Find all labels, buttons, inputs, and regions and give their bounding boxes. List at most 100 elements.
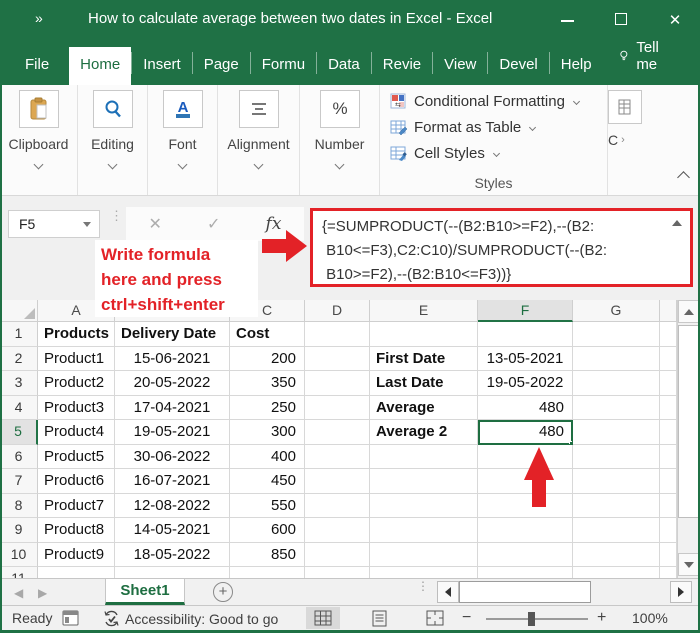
vertical-scrollbar-thumb[interactable]	[678, 325, 700, 518]
row-header-9[interactable]: 9	[0, 518, 38, 543]
cell-E2[interactable]: First Date	[370, 347, 478, 372]
cell-partial-10[interactable]	[660, 543, 677, 568]
cell-B6[interactable]: 30-06-2022	[115, 445, 230, 470]
cell-C3[interactable]: 350	[230, 371, 305, 396]
sheet-tab-sheet1[interactable]: Sheet1	[105, 579, 185, 605]
tab-revie[interactable]: Revie	[372, 46, 432, 85]
cell-C1[interactable]: Cost	[230, 322, 305, 347]
font-group-button[interactable]: A Font	[148, 85, 218, 195]
cell-B5[interactable]: 19-05-2021	[115, 420, 230, 445]
clipboard-group-button[interactable]: Clipboard	[0, 85, 78, 195]
cell-A10[interactable]: Product9	[38, 543, 115, 568]
zoom-slider-thumb[interactable]	[528, 612, 535, 626]
cell-E5[interactable]: Average 2	[370, 420, 478, 445]
cell-E6[interactable]	[370, 445, 478, 470]
name-box[interactable]: F5	[8, 210, 100, 238]
page-break-view-button[interactable]	[418, 607, 452, 629]
col-header-D[interactable]: D	[305, 300, 370, 322]
cancel-icon[interactable]: ✕	[149, 214, 162, 234]
row-header-8[interactable]: 8	[0, 494, 38, 519]
tab-devel[interactable]: Devel	[488, 46, 548, 85]
scroll-up-button[interactable]	[678, 300, 700, 323]
scroll-right-button[interactable]	[670, 581, 692, 603]
cell-E9[interactable]	[370, 518, 478, 543]
collapse-formula-bar-icon[interactable]	[672, 220, 682, 226]
cell-C6[interactable]: 400	[230, 445, 305, 470]
col-header-E[interactable]: E	[370, 300, 478, 322]
cell-D4[interactable]	[305, 396, 370, 421]
conditional-formatting-button[interactable]: ⇆ Conditional Formatting	[390, 93, 607, 110]
tab-page[interactable]: Page	[193, 46, 250, 85]
share-button[interactable]: Share	[679, 55, 700, 85]
editing-group-button[interactable]: Editing	[78, 85, 148, 195]
scrollbar-resize-handle[interactable]: ⋮	[417, 583, 429, 589]
cell-E7[interactable]	[370, 469, 478, 494]
row-header-10[interactable]: 10	[0, 543, 38, 568]
name-box-dropdown-icon[interactable]	[83, 222, 91, 227]
cell-G2[interactable]	[573, 347, 660, 372]
cell-A9[interactable]: Product8	[38, 518, 115, 543]
cell-A2[interactable]: Product1	[38, 347, 115, 372]
zoom-slider-track[interactable]	[486, 618, 588, 620]
cell-E3[interactable]: Last Date	[370, 371, 478, 396]
cell-partial-7[interactable]	[660, 469, 677, 494]
cell-F4[interactable]: 480	[478, 396, 573, 421]
quick-access-toolbar-icon[interactable]: »	[35, 10, 41, 26]
cell-B10[interactable]: 18-05-2022	[115, 543, 230, 568]
cell-A7[interactable]: Product6	[38, 469, 115, 494]
page-layout-view-button[interactable]	[362, 607, 396, 629]
enter-icon[interactable]: ✓	[207, 214, 220, 234]
cell-C4[interactable]: 250	[230, 396, 305, 421]
cell-E1[interactable]	[370, 322, 478, 347]
row-header-2[interactable]: 2	[0, 347, 38, 372]
tab-insert[interactable]: Insert	[132, 46, 192, 85]
alignment-group-button[interactable]: Alignment	[218, 85, 300, 195]
zoom-out-button[interactable]: −	[462, 609, 471, 627]
sheet-nav-left-icon[interactable]: ◀	[14, 586, 23, 600]
zoom-in-button[interactable]: +	[597, 609, 606, 627]
cell-A8[interactable]: Product7	[38, 494, 115, 519]
row-header-3[interactable]: 3	[0, 371, 38, 396]
cell-D9[interactable]	[305, 518, 370, 543]
maximize-button[interactable]	[606, 12, 636, 29]
cell-G4[interactable]	[573, 396, 660, 421]
cell-C8[interactable]: 550	[230, 494, 305, 519]
close-button[interactable]: ✕	[660, 11, 690, 29]
cell-B7[interactable]: 16-07-2021	[115, 469, 230, 494]
tab-data[interactable]: Data	[317, 46, 371, 85]
tab-formu[interactable]: Formu	[251, 46, 316, 85]
cell-B1[interactable]: Delivery Date	[115, 322, 230, 347]
row-header-4[interactable]: 4	[0, 396, 38, 421]
new-sheet-button[interactable]: +	[213, 582, 233, 602]
col-header-F[interactable]: F	[478, 300, 573, 322]
cell-B9[interactable]: 14-05-2021	[115, 518, 230, 543]
macro-record-icon[interactable]	[62, 610, 79, 629]
cell-D3[interactable]	[305, 371, 370, 396]
cell-partial-9[interactable]	[660, 518, 677, 543]
cell-partial-1[interactable]	[660, 322, 677, 347]
row-header-5[interactable]: 5	[0, 420, 38, 445]
minimize-button[interactable]	[552, 12, 582, 29]
cell-C2[interactable]: 200	[230, 347, 305, 372]
row-header-6[interactable]: 6	[0, 445, 38, 470]
cell-A5[interactable]: Product4	[38, 420, 115, 445]
select-all-corner[interactable]	[0, 300, 38, 322]
normal-view-button[interactable]	[306, 607, 340, 629]
cell-partial-2[interactable]	[660, 347, 677, 372]
cell-E10[interactable]	[370, 543, 478, 568]
cells-group-partial[interactable]: C›	[608, 85, 654, 195]
cell-B8[interactable]: 12-08-2022	[115, 494, 230, 519]
cell-G6[interactable]	[573, 445, 660, 470]
col-header-G[interactable]: G	[573, 300, 660, 322]
cell-styles-button[interactable]: Cell Styles	[390, 145, 607, 162]
cell-B2[interactable]: 15-06-2021	[115, 347, 230, 372]
formula-input[interactable]: {=SUMPRODUCT(--(B2:B10>=F2),--(B2: B10<=…	[310, 208, 693, 287]
number-group-button[interactable]: % Number	[300, 85, 380, 195]
cell-D7[interactable]	[305, 469, 370, 494]
cell-D10[interactable]	[305, 543, 370, 568]
collapse-ribbon-button[interactable]	[679, 169, 688, 187]
cell-E4[interactable]: Average	[370, 396, 478, 421]
cell-G5[interactable]	[573, 420, 660, 445]
cell-B4[interactable]: 17-04-2021	[115, 396, 230, 421]
cell-B3[interactable]: 20-05-2022	[115, 371, 230, 396]
